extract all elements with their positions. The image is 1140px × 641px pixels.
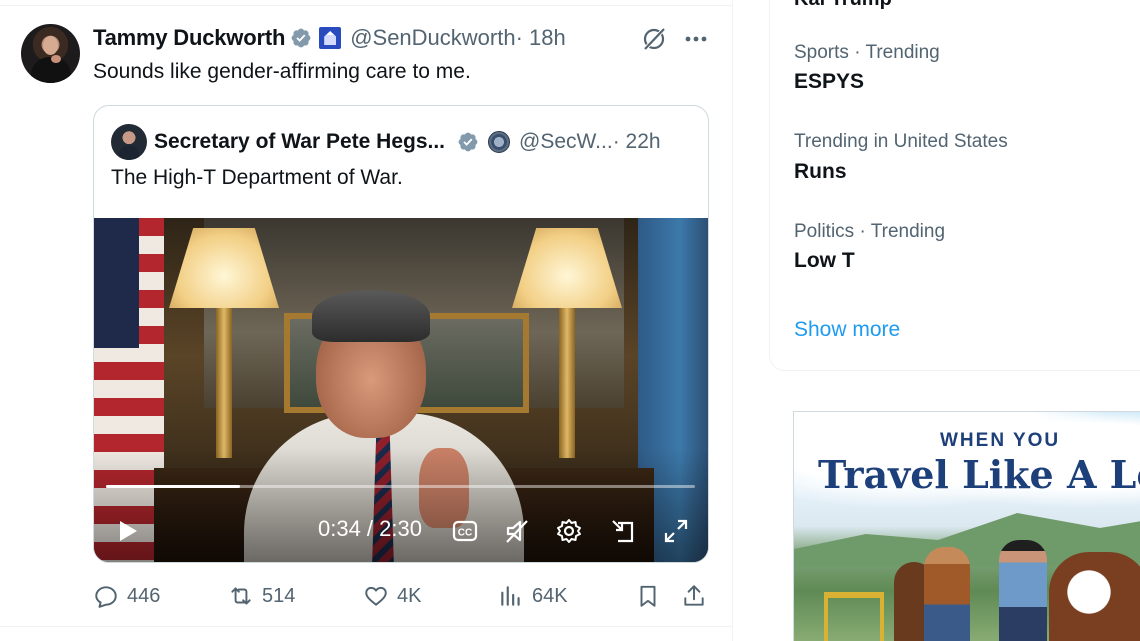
video-progress-bar[interactable] <box>106 485 695 488</box>
quoted-author-avatar[interactable] <box>111 124 147 160</box>
show-more-link[interactable]: Show more <box>794 318 900 342</box>
settings-icon[interactable] <box>555 516 583 546</box>
quoted-tweet-time[interactable]: · 22h <box>613 130 661 154</box>
trend-title-1[interactable]: ESPYS <box>794 70 864 94</box>
reply-count: 446 <box>127 584 161 607</box>
repost-icon <box>231 587 251 605</box>
quoted-tweet-header: Secretary of War Pete Hegs... @SecW... ·… <box>111 124 661 160</box>
reply-icon <box>95 586 117 608</box>
trend-title-partial[interactable]: Kai Trump <box>794 0 892 11</box>
ad-kicker: WHEN YOU <box>940 430 1061 451</box>
bookmark-icon <box>640 585 656 607</box>
quoted-author-handle[interactable]: @SecW... <box>519 130 613 154</box>
video-progress-fill <box>106 485 240 488</box>
trend-meta-2: Trending in United States <box>794 131 1008 152</box>
verified-badge-icon <box>291 28 311 48</box>
views-chart-icon <box>501 586 520 606</box>
trend-meta-3: Politics · Trending <box>794 221 946 242</box>
ad-title: Travel Like A Loc <box>818 452 1140 497</box>
bookmark-button[interactable] <box>635 582 669 610</box>
tweet-header: Tammy Duckworth @SenDuckworth · 18h <box>93 24 566 52</box>
svg-text:CC: CC <box>458 528 472 539</box>
tweet-text: Sounds like gender-affirming care to me. <box>93 60 471 83</box>
author-name[interactable]: Tammy Duckworth <box>93 25 285 51</box>
trend-title-2[interactable]: Runs <box>794 160 847 184</box>
ad-person-man <box>999 540 1047 641</box>
quoted-author-name[interactable]: Secretary of War Pete Hegs... <box>154 130 445 154</box>
quoted-tweet-card[interactable]: Secretary of War Pete Hegs... @SecW... ·… <box>93 105 709 563</box>
views-button[interactable]: 64K <box>498 582 568 610</box>
video-frame-person-hair <box>312 290 430 342</box>
quoted-tweet-text: The High-T Department of War. <box>111 166 403 189</box>
repost-count: 514 <box>262 584 296 607</box>
author-handle[interactable]: @SenDuckworth <box>350 25 515 51</box>
tweet-divider-bottom <box>0 626 733 627</box>
avatar-hand <box>51 55 61 63</box>
view-count: 64K <box>532 584 568 607</box>
timeline-column: Tammy Duckworth @SenDuckworth · 18h Soun… <box>0 0 733 641</box>
reply-button[interactable]: 446 <box>93 582 160 610</box>
play-icon[interactable] <box>114 518 140 544</box>
share-icon <box>684 585 704 606</box>
capitol-flag-badge-icon <box>319 27 342 49</box>
heart-icon <box>365 586 387 606</box>
ad-person-woman <box>924 547 970 641</box>
ad-horse-right <box>1049 552 1140 641</box>
video-time: 0:34 / 2:30 <box>318 516 422 541</box>
like-button[interactable]: 4K <box>363 582 421 610</box>
verified-badge-icon <box>458 132 478 152</box>
trend-meta-1: Sports · Trending <box>794 42 940 63</box>
repost-button[interactable]: 514 <box>228 582 295 610</box>
author-avatar[interactable] <box>21 24 80 83</box>
share-button[interactable] <box>681 582 715 610</box>
grok-icon[interactable] <box>641 26 667 52</box>
picture-in-picture-icon[interactable] <box>609 516 637 546</box>
fullscreen-icon[interactable] <box>662 516 690 546</box>
ad-fence <box>824 592 884 641</box>
like-count: 4K <box>397 584 422 607</box>
tweet-action-bar: 446 514 4K 64K <box>93 582 713 610</box>
more-icon[interactable] <box>683 30 709 48</box>
mute-icon[interactable] <box>503 516 531 546</box>
tweet-time[interactable]: · 18h <box>516 25 566 51</box>
video-frame-lamp-right-base <box>559 308 575 458</box>
promoted-ad-banner[interactable]: WHEN YOU Travel Like A Loc <box>793 411 1140 641</box>
video-frame-lamp-left-base <box>216 308 232 458</box>
video-player[interactable]: 0:34 / 2:30 CC <box>94 218 708 562</box>
avatar-face <box>43 36 58 55</box>
department-seal-icon <box>488 131 511 153</box>
tweet-divider-top <box>0 5 733 6</box>
cc-icon[interactable]: CC <box>451 516 479 546</box>
trend-title-3[interactable]: Low T <box>794 249 855 273</box>
